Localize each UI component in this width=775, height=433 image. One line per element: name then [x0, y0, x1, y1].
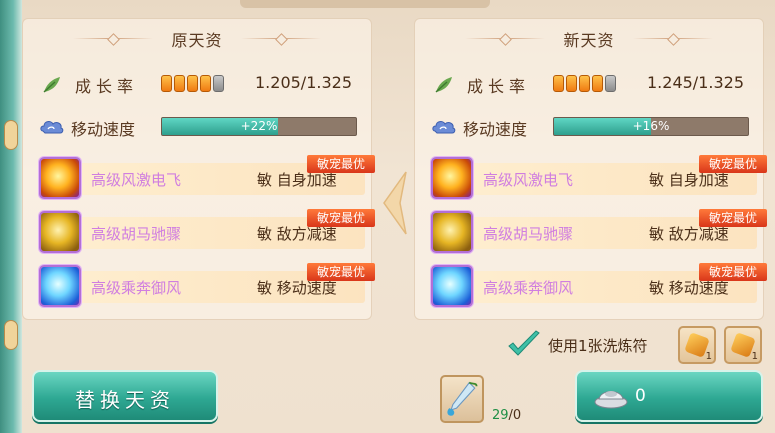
- skill-item[interactable]: 高级胡马驰骤 敏 敌方减速 敏宠最优: [39, 209, 375, 255]
- skill-name: 高级胡马驰骤: [91, 225, 182, 243]
- golden-horse-icon[interactable]: [431, 211, 473, 253]
- growth-row: 成长率 1.245/1.325: [429, 71, 759, 97]
- growth-star-empty: [605, 75, 616, 92]
- skill-name: 高级胡马驰骤: [483, 225, 574, 243]
- growth-label: 成长率: [467, 77, 531, 96]
- growth-star-filled: [161, 75, 172, 92]
- skill-item[interactable]: 高级风激电飞 敏 自身加速 敏宠最优: [39, 155, 375, 201]
- wash-token-item[interactable]: 1: [678, 326, 716, 364]
- top-strip: [240, 0, 490, 8]
- skill-name: 高级风激电飞: [91, 171, 182, 189]
- growth-stars: [161, 75, 224, 92]
- ice-wind-icon[interactable]: [431, 265, 473, 307]
- frame-knob: [4, 120, 18, 150]
- new-aptitude-panel: 新天资 成长率 1.245/1.325 移动速度 +16% 高级风激电飞 敏 自…: [414, 18, 767, 320]
- replace-aptitude-label: 替换天资: [75, 388, 175, 412]
- skill-item[interactable]: 高级乘奔御风 敏 移动速度 敏宠最优: [431, 263, 767, 309]
- growth-value: 1.205/1.325: [255, 73, 352, 92]
- best-pet-badge: 敏宠最优: [307, 209, 375, 227]
- best-pet-badge: 敏宠最优: [699, 263, 767, 281]
- checkmark-icon[interactable]: [506, 330, 542, 360]
- speed-row: 移动速度 +16%: [429, 115, 759, 139]
- speed-bar: +16%: [553, 117, 749, 136]
- chevron-left-icon: [383, 171, 407, 235]
- growth-star-filled: [579, 75, 590, 92]
- item-slot[interactable]: [440, 375, 484, 423]
- cost-button[interactable]: 0: [575, 370, 763, 422]
- cost-value: 0: [635, 386, 646, 406]
- skill-name: 高级乘奔御风: [91, 279, 182, 297]
- silver-ingot-icon: [594, 391, 628, 409]
- speed-label: 移动速度: [71, 120, 136, 139]
- use-wash-token-toggle[interactable]: 使用1张洗炼符: [506, 330, 666, 360]
- fire-dragon-icon[interactable]: [431, 157, 473, 199]
- skill-name: 高级乘奔御风: [483, 279, 574, 297]
- best-pet-badge: 敏宠最优: [699, 155, 767, 173]
- original-aptitude-panel: 原天资 成长率 1.205/1.325 移动速度 +22% 高级风激电飞 敏 自…: [22, 18, 375, 320]
- growth-row: 成长率 1.205/1.325: [37, 71, 367, 97]
- speed-bar: +22%: [161, 117, 357, 136]
- speed-value: +22%: [240, 119, 278, 133]
- growth-star-filled: [187, 75, 198, 92]
- wash-token-count: 1: [705, 351, 712, 362]
- best-pet-badge: 敏宠最优: [307, 263, 375, 281]
- growth-star-filled: [566, 75, 577, 92]
- best-pet-badge: 敏宠最优: [307, 155, 375, 173]
- cloud-icon: [40, 121, 64, 134]
- item-count-have: 29: [492, 408, 509, 423]
- potion-icon: [447, 381, 478, 416]
- wash-token-item[interactable]: 1: [724, 326, 762, 364]
- left-frame-border: [0, 0, 22, 433]
- replace-aptitude-button[interactable]: 替换天资: [32, 370, 218, 422]
- best-pet-badge: 敏宠最优: [699, 209, 767, 227]
- wash-token-count: 1: [751, 351, 758, 362]
- growth-star-filled: [174, 75, 185, 92]
- growth-value: 1.245/1.325: [647, 73, 744, 92]
- leaf-icon: [435, 77, 452, 93]
- golden-horse-icon[interactable]: [39, 211, 81, 253]
- frame-knob: [4, 320, 18, 350]
- growth-star-empty: [213, 75, 224, 92]
- ice-wind-icon[interactable]: [39, 265, 81, 307]
- growth-star-filled: [553, 75, 564, 92]
- leaf-icon: [43, 77, 60, 93]
- panel-title: 新天资: [563, 31, 615, 50]
- skill-name: 高级风激电飞: [483, 171, 574, 189]
- speed-row: 移动速度 +22%: [37, 115, 367, 139]
- speed-value: +16%: [632, 119, 670, 133]
- growth-stars: [553, 75, 616, 92]
- speed-label: 移动速度: [463, 120, 528, 139]
- wash-token-label: 使用1张洗炼符: [548, 337, 648, 355]
- panel-title: 原天资: [171, 31, 223, 50]
- item-count-need: /0: [508, 408, 522, 423]
- growth-label: 成长率: [75, 77, 139, 96]
- item-count: 29/0: [492, 408, 521, 423]
- skill-item[interactable]: 高级乘奔御风 敏 移动速度 敏宠最优: [39, 263, 375, 309]
- fire-dragon-icon[interactable]: [39, 157, 81, 199]
- growth-star-filled: [200, 75, 211, 92]
- cloud-icon: [432, 121, 456, 134]
- skill-item[interactable]: 高级风激电飞 敏 自身加速 敏宠最优: [431, 155, 767, 201]
- growth-star-filled: [592, 75, 603, 92]
- skill-item[interactable]: 高级胡马驰骤 敏 敌方减速 敏宠最优: [431, 209, 767, 255]
